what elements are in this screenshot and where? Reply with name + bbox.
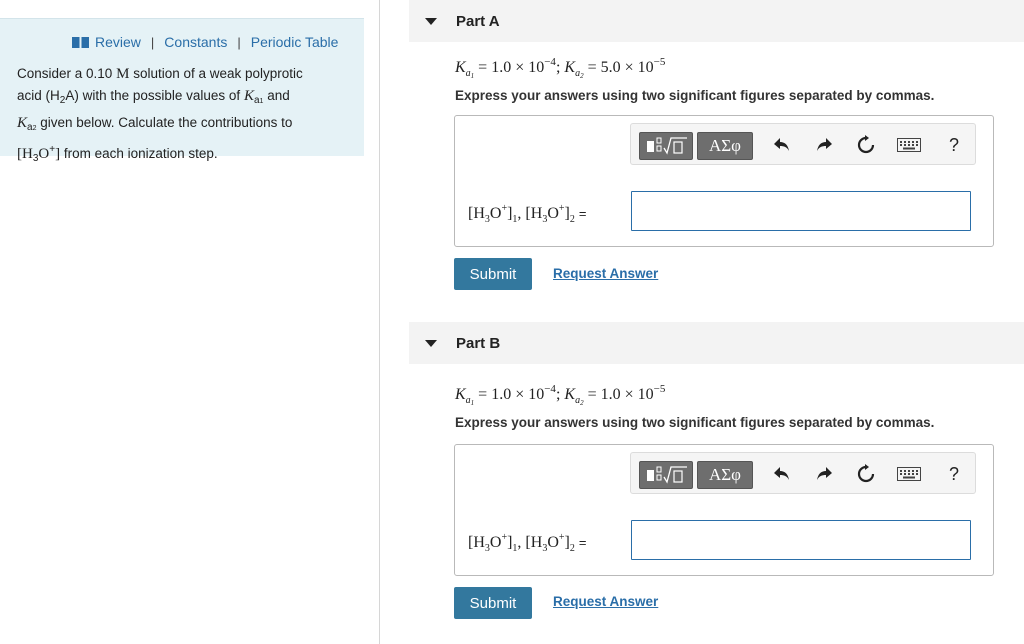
reset-icon (857, 464, 875, 483)
constants-link[interactable]: Constants (164, 34, 227, 50)
problem-statement: Consider a 0.10 M solution of a weak pol… (17, 66, 303, 164)
keyboard-button[interactable] (896, 463, 922, 485)
part-b-header[interactable]: Part B (409, 322, 1024, 364)
review-link[interactable]: Review (95, 34, 141, 50)
resource-links: Review | Constants | Periodic Table (72, 34, 338, 50)
redo-button[interactable] (813, 463, 835, 485)
part-a-header[interactable]: Part A (409, 0, 1024, 42)
greek-symbols-icon: ΑΣφ (709, 465, 741, 484)
instruction-text: Express your answers using two significa… (455, 415, 935, 430)
math-toolbar: ΑΣφ ? (630, 123, 976, 165)
templates-button[interactable] (639, 461, 693, 489)
answer-box: ΑΣφ ? [H3O+]1, [H3O+]2 = (454, 115, 994, 247)
request-answer-link[interactable]: Request Answer (553, 594, 658, 609)
greek-symbols-button[interactable]: ΑΣφ (697, 461, 753, 489)
greek-symbols-button[interactable]: ΑΣφ (697, 132, 753, 160)
problem-panel: Review | Constants | Periodic Table Cons… (0, 18, 364, 164)
reset-button[interactable] (855, 134, 877, 156)
reset-button[interactable] (855, 463, 877, 485)
part-title: Part B (456, 334, 501, 352)
redo-icon (817, 467, 832, 480)
math-toolbar: ΑΣφ ? (630, 452, 976, 494)
greek-symbols-icon: ΑΣφ (709, 136, 741, 155)
separator: | (150, 34, 155, 50)
keyboard-icon (897, 467, 921, 481)
answer-box: ΑΣφ ? [H3O+]1, [H3O+]2 = (454, 444, 994, 576)
help-button[interactable]: ? (943, 463, 965, 485)
undo-button[interactable] (771, 134, 793, 156)
templates-button[interactable] (639, 132, 693, 160)
help-icon: ? (948, 463, 959, 484)
book-icon (72, 36, 89, 48)
help-button[interactable]: ? (943, 134, 965, 156)
periodic-table-link[interactable]: Periodic Table (251, 34, 339, 50)
column-divider (379, 0, 380, 644)
keyboard-icon (897, 138, 921, 152)
instruction-text: Express your answers using two significa… (455, 88, 935, 103)
undo-icon (774, 467, 789, 480)
keyboard-button[interactable] (896, 134, 922, 156)
ka-values: Ka1 = 1.0 × 10−4; Ka2 = 1.0 × 10−5 (455, 383, 666, 407)
collapse-triangle-icon[interactable] (425, 17, 437, 25)
undo-button[interactable] (771, 463, 793, 485)
redo-button[interactable] (813, 134, 835, 156)
reset-icon (857, 135, 875, 154)
submit-button[interactable]: Submit (454, 587, 532, 619)
part-title: Part A (456, 12, 500, 30)
undo-icon (774, 138, 789, 151)
separator: | (237, 34, 241, 50)
templates-icon (647, 466, 687, 484)
collapse-triangle-icon[interactable] (425, 339, 437, 347)
templates-icon (647, 137, 687, 155)
answer-label: [H3O+]1, [H3O+]2 = (468, 532, 587, 554)
request-answer-link[interactable]: Request Answer (553, 266, 658, 281)
ka-values: Ka1 = 1.0 × 10−4; Ka2 = 5.0 × 10−5 (455, 56, 666, 80)
help-icon: ? (948, 134, 959, 155)
redo-icon (817, 138, 832, 151)
answer-input[interactable] (631, 191, 971, 231)
answer-label: [H3O+]1, [H3O+]2 = (468, 203, 587, 225)
answer-input[interactable] (631, 520, 971, 560)
submit-button[interactable]: Submit (454, 258, 532, 290)
